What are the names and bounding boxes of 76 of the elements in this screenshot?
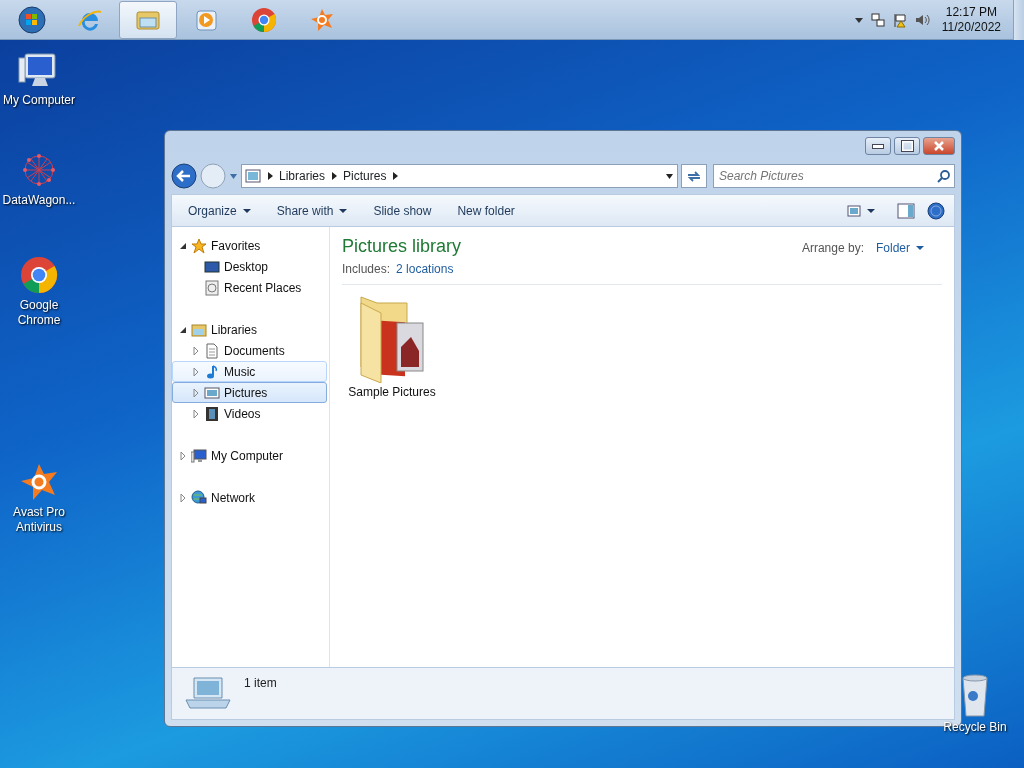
nav-item[interactable]: Documents [172, 340, 327, 361]
caret-icon[interactable] [853, 15, 864, 24]
search-icon[interactable] [937, 169, 951, 183]
desktop-icon-label[interactable]: My Computer [0, 93, 78, 108]
chevron-right-icon[interactable] [331, 172, 338, 180]
nav-item[interactable]: Music [172, 361, 327, 382]
preview-pane-icon[interactable] [897, 202, 915, 219]
breadcrumb-item[interactable]: Pictures [343, 167, 387, 185]
desktop-icon-label[interactable]: DataWagon... [0, 193, 78, 208]
expand-arrow-icon[interactable] [179, 493, 187, 502]
picture-icon [847, 204, 861, 217]
toolbar-button[interactable]: New folder [447, 197, 525, 224]
library-folder-icon [191, 321, 207, 338]
expand-arrow-icon[interactable] [192, 388, 200, 397]
start-orb-icon [18, 5, 46, 34]
expand-arrow-icon[interactable] [192, 367, 200, 376]
locations-link[interactable]: 2 locations [396, 260, 454, 278]
close-icon [934, 141, 944, 151]
expand-arrow-icon[interactable] [192, 346, 200, 355]
toolbar-button[interactable]: Share with [266, 197, 358, 224]
picture-icon [245, 169, 261, 183]
nav-item[interactable]: Pictures [172, 382, 327, 403]
nav-item[interactable]: Network [211, 488, 255, 507]
computer-monitor-icon [191, 447, 207, 464]
caret-icon [916, 245, 924, 251]
nav-item[interactable]: Libraries [211, 320, 258, 339]
desktop-screen-icon [204, 258, 220, 275]
caret-icon [867, 207, 875, 214]
caret-icon[interactable] [665, 172, 674, 180]
library-title: Pictures library [342, 235, 462, 258]
nav-item[interactable]: Recent Places [172, 277, 327, 298]
minimize-button[interactable] [865, 137, 891, 155]
star-icon [191, 237, 207, 254]
caret-icon [339, 207, 348, 214]
chevron-right-icon[interactable] [392, 172, 399, 180]
folder-label[interactable]: Sample Pictures [348, 383, 436, 401]
refresh-button[interactable] [681, 164, 707, 188]
maximize-button[interactable] [894, 137, 920, 155]
arrange-label: Arrange by: [801, 240, 864, 257]
clock-date[interactable]: 11/20/2022 [941, 19, 1001, 35]
includes-label: Includes: [342, 261, 391, 278]
nav-item[interactable]: Favorites [211, 236, 261, 255]
laptop-icon [184, 674, 232, 710]
address-bar[interactable]: Libraries Pictures [241, 164, 678, 188]
music-note-icon [204, 363, 220, 380]
flag-icon[interactable] [891, 11, 908, 28]
maximize-icon [900, 140, 914, 152]
toolbar-button[interactable]: Organize [178, 197, 261, 224]
nav-item[interactable]: Videos [172, 403, 327, 424]
desktop-icon-label[interactable]: Recycle Bin [943, 720, 1007, 735]
nav-item[interactable]: My Computer [211, 446, 284, 465]
nav-item[interactable]: Desktop [172, 256, 327, 277]
clock-time[interactable]: 12:17 PM [941, 4, 1001, 20]
breadcrumb-item[interactable]: Libraries [279, 167, 326, 185]
picture-icon [204, 384, 220, 401]
document-icon [204, 342, 220, 359]
chevron-right-icon[interactable] [267, 172, 273, 180]
network-icon[interactable] [869, 11, 886, 28]
collapse-arrow-icon[interactable] [179, 325, 187, 334]
expand-arrow-icon[interactable] [179, 451, 187, 460]
item-count: 1 item [244, 675, 277, 692]
close-button[interactable] [923, 137, 955, 155]
desktop-icon-label[interactable]: Google Chrome [0, 298, 78, 328]
film-icon [204, 405, 220, 422]
caret-icon [242, 207, 251, 214]
desktop-icon-label[interactable]: Avast Pro Antivirus [0, 505, 78, 535]
arrange-dropdown[interactable]: Folder [876, 239, 924, 257]
clock-document-icon [204, 279, 220, 296]
refresh-arrows-icon [686, 169, 702, 183]
globe-network-icon [191, 489, 207, 506]
collapse-arrow-icon[interactable] [179, 241, 187, 250]
chrome-icon [250, 5, 278, 34]
minimize-icon [872, 143, 884, 149]
toolbar-button[interactable]: Slide show [363, 197, 442, 224]
search-box[interactable]: Search Pictures [713, 164, 955, 188]
expand-arrow-icon[interactable] [192, 409, 200, 418]
